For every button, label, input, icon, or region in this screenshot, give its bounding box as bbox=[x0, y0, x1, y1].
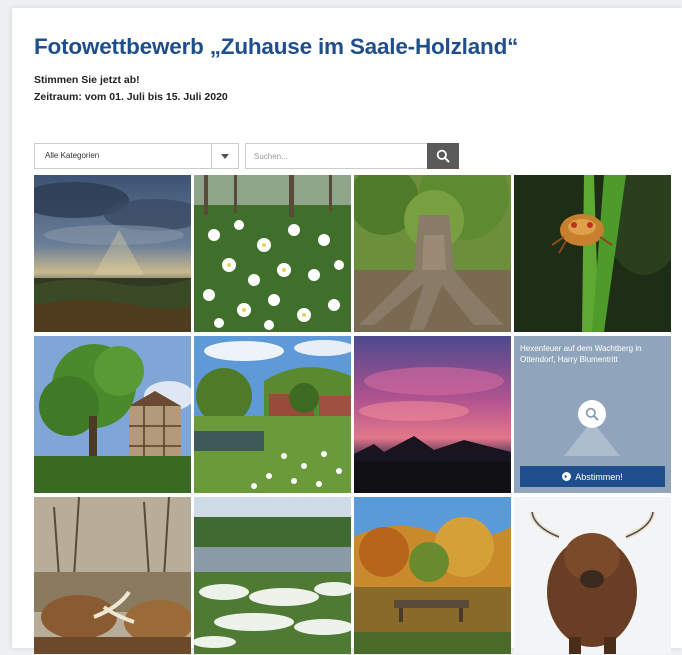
photo-image bbox=[34, 497, 191, 654]
photo-caption: Hexenfeuer auf dem Wachtberg in Ottendor… bbox=[520, 344, 642, 364]
photo-autumn-lake[interactable] bbox=[354, 497, 511, 654]
search-icon bbox=[585, 407, 599, 421]
contest-page: Fotowettbewerb „Zuhause im Saale-Holzlan… bbox=[12, 8, 682, 654]
dropdown-divider bbox=[211, 144, 212, 168]
page-title: Fotowettbewerb „Zuhause im Saale-Holzlan… bbox=[34, 34, 519, 59]
photo-white-flowers[interactable] bbox=[194, 175, 351, 332]
photo-image bbox=[34, 336, 191, 493]
photo-highland-cow-snow[interactable] bbox=[514, 497, 671, 654]
photo-image bbox=[194, 175, 351, 332]
arrow-circle-right-icon bbox=[562, 472, 572, 481]
photo-bug-on-leaf[interactable] bbox=[514, 175, 671, 332]
photo-image bbox=[354, 497, 511, 654]
photo-hexenfeuer[interactable]: Hexenfeuer auf dem Wachtberg in Ottendor… bbox=[514, 336, 671, 493]
photo-hover-overlay: Hexenfeuer auf dem Wachtberg in Ottendor… bbox=[514, 336, 671, 493]
photo-grid: Hexenfeuer auf dem Wachtberg in Ottendor… bbox=[34, 175, 671, 655]
vote-button[interactable]: Abstimmen! bbox=[520, 466, 665, 487]
photo-image bbox=[34, 175, 191, 332]
search-input[interactable] bbox=[245, 143, 428, 169]
contest-period: Zeitraum: vom 01. Juli bis 15. Juli 2020 bbox=[34, 91, 228, 103]
call-to-vote: Stimmen Sie jetzt ab! bbox=[34, 74, 140, 86]
photo-highland-cattle-trees[interactable] bbox=[34, 497, 191, 654]
photo-image bbox=[194, 497, 351, 654]
photo-tree-roots[interactable] bbox=[354, 175, 511, 332]
photo-village-meadow[interactable] bbox=[194, 336, 351, 493]
search-icon bbox=[436, 149, 450, 163]
chevron-down-icon bbox=[221, 154, 229, 159]
photo-image bbox=[514, 175, 671, 332]
photo-lake-flowers[interactable] bbox=[194, 497, 351, 654]
search-button[interactable] bbox=[427, 143, 459, 169]
photo-image bbox=[354, 175, 511, 332]
photo-pink-sunset[interactable] bbox=[354, 336, 511, 493]
category-selected: Alle Kategorien bbox=[45, 151, 100, 160]
vote-button-label: Abstimmen! bbox=[575, 471, 623, 482]
photo-big-tree-building[interactable] bbox=[34, 336, 191, 493]
photo-image bbox=[514, 497, 671, 654]
photo-sunrays-landscape[interactable] bbox=[34, 175, 191, 332]
photo-image bbox=[354, 336, 511, 493]
zoom-button[interactable] bbox=[578, 400, 606, 428]
photo-image bbox=[194, 336, 351, 493]
category-dropdown[interactable]: Alle Kategorien bbox=[34, 143, 239, 169]
